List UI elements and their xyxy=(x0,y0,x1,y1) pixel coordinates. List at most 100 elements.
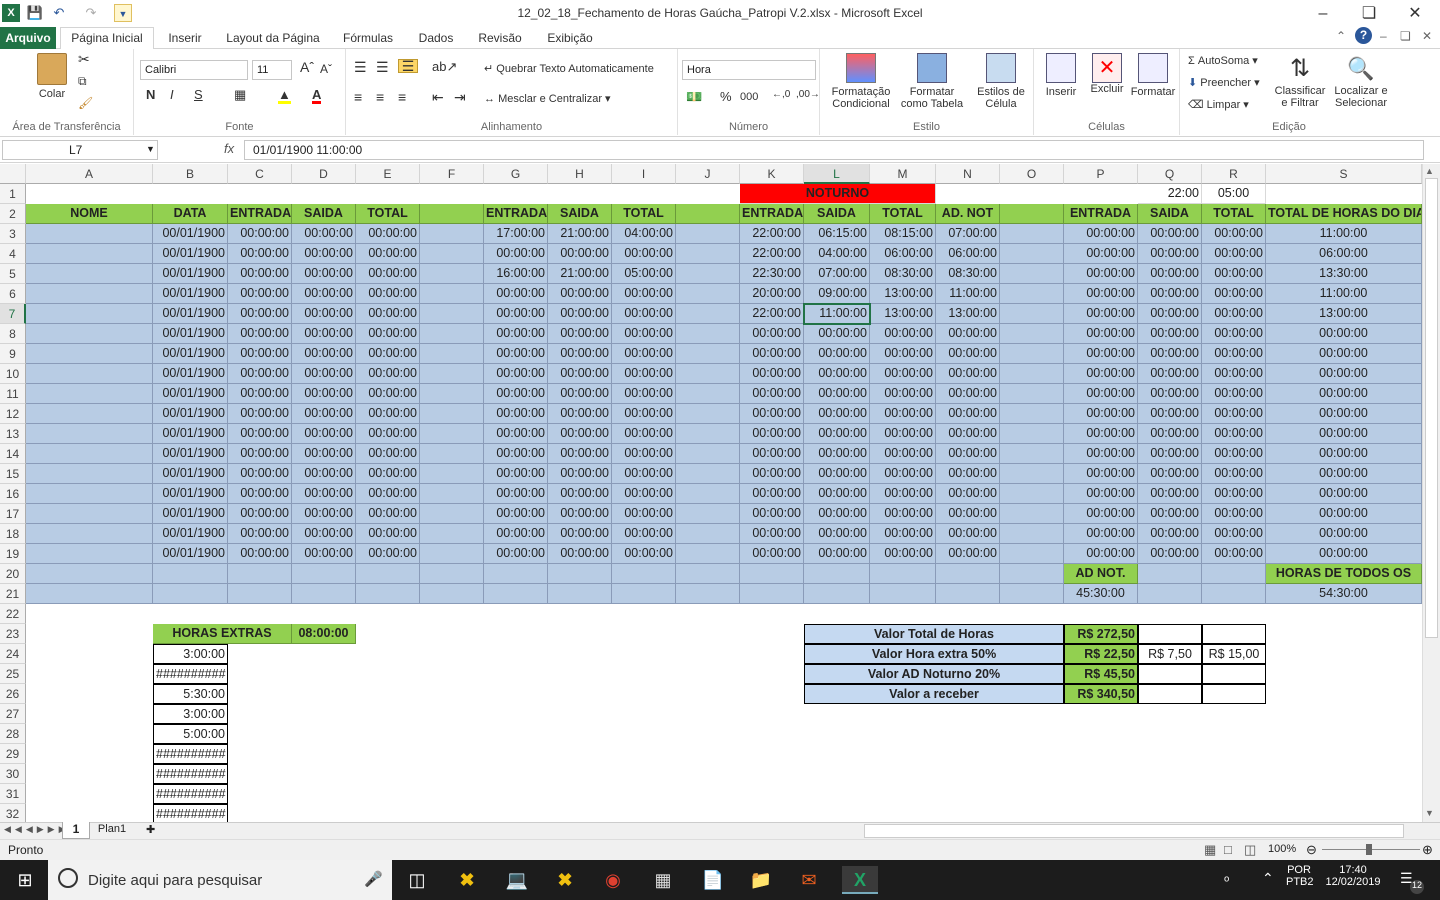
table-cell[interactable] xyxy=(1000,584,1064,604)
select-all-corner[interactable] xyxy=(0,164,26,184)
view-pagebreak-icon[interactable]: ◫ xyxy=(1244,842,1256,858)
table-cell[interactable]: 00:00:00 xyxy=(612,544,676,564)
table-cell[interactable] xyxy=(676,224,740,244)
header-n[interactable]: AD. NOT xyxy=(936,204,1000,224)
align-top-icon[interactable]: ☰ xyxy=(354,60,367,74)
tab-dados[interactable]: Dados xyxy=(412,29,460,49)
table-cell[interactable]: 00:00:00 xyxy=(292,504,356,524)
table-cell[interactable] xyxy=(420,344,484,364)
lang-indicator[interactable]: POR PTB2 xyxy=(1286,864,1314,888)
table-cell[interactable]: 00:00:00 xyxy=(1064,484,1138,504)
table-cell[interactable]: 00:00:00 xyxy=(228,344,292,364)
header-s[interactable]: TOTAL DE HORAS DO DIA xyxy=(1266,204,1422,224)
table-cell[interactable]: 00:00:00 xyxy=(1202,364,1266,384)
row-header-3[interactable]: 3 xyxy=(0,224,26,244)
increase-decimal-icon[interactable]: ←,0 xyxy=(772,89,790,101)
table-cell[interactable]: 00:00:00 xyxy=(1138,484,1202,504)
table-cell[interactable]: 00:00:00 xyxy=(870,444,936,464)
column-header-k[interactable]: K xyxy=(740,164,804,184)
table-cell[interactable]: 00:00:00 xyxy=(740,384,804,404)
table-cell[interactable]: 00:00:00 xyxy=(292,304,356,324)
table-cell[interactable]: 00:00:00 xyxy=(228,284,292,304)
table-cell[interactable]: 00:00:00 xyxy=(1202,544,1266,564)
table-cell[interactable] xyxy=(292,564,356,584)
tab-arquivo[interactable]: Arquivo xyxy=(0,27,56,49)
table-cell[interactable] xyxy=(676,564,740,584)
table-cell[interactable] xyxy=(1000,284,1064,304)
table-cell[interactable]: 00:00:00 xyxy=(1202,504,1266,524)
table-cell[interactable]: 00:00:00 xyxy=(870,364,936,384)
minimize-icon[interactable]: – xyxy=(1300,2,1346,26)
table-cell[interactable] xyxy=(420,484,484,504)
table-cell[interactable]: 00:00:00 xyxy=(612,504,676,524)
clear-button[interactable]: ⌫ Limpar ▾ xyxy=(1188,99,1249,111)
table-cell[interactable]: 00:00:00 xyxy=(936,364,1000,384)
table-cell[interactable]: 00:00:00 xyxy=(1202,224,1266,244)
fx-icon[interactable]: fx xyxy=(224,141,234,156)
autosum-button[interactable]: Σ AutoSoma ▾ xyxy=(1188,55,1258,67)
horas-todos-label[interactable]: HORAS DE TODOS OS xyxy=(1266,564,1422,584)
table-cell[interactable]: 00:00:00 xyxy=(356,384,420,404)
table-cell[interactable] xyxy=(676,584,740,604)
column-header-d[interactable]: D xyxy=(292,164,356,184)
table-cell[interactable]: 00:00:00 xyxy=(740,504,804,524)
table-cell[interactable]: 00:00:00 xyxy=(1202,324,1266,344)
table-cell[interactable] xyxy=(676,364,740,384)
table-cell[interactable]: 00/01/1900 xyxy=(153,544,228,564)
table-cell[interactable] xyxy=(26,304,153,324)
table-cell[interactable] xyxy=(1000,404,1064,424)
table-cell[interactable] xyxy=(1000,544,1064,564)
table-cell[interactable]: 00:00:00 xyxy=(292,444,356,464)
format-cells-button[interactable]: Formatar xyxy=(1128,53,1178,98)
table-cell[interactable] xyxy=(1000,464,1064,484)
summary-r[interactable]: R$ 15,00 xyxy=(1202,644,1266,664)
table-cell[interactable]: 00:00:00 xyxy=(1064,324,1138,344)
ad-not-label[interactable]: AD NOT. xyxy=(1064,564,1138,584)
table-cell[interactable]: 00:00:00 xyxy=(484,504,548,524)
row-header-24[interactable]: 24 xyxy=(0,644,26,664)
copy-icon[interactable]: ⧉ xyxy=(78,75,87,87)
table-cell[interactable] xyxy=(936,564,1000,584)
table-cell[interactable]: 00/01/1900 xyxy=(153,424,228,444)
table-cell[interactable]: 22:00:00 xyxy=(740,224,804,244)
header-k[interactable]: ENTRADA xyxy=(740,204,804,224)
table-cell[interactable] xyxy=(420,304,484,324)
table-cell[interactable] xyxy=(1000,324,1064,344)
table-cell[interactable]: 00:00:00 xyxy=(936,324,1000,344)
table-cell[interactable]: 00:00:00 xyxy=(870,544,936,564)
column-header-b[interactable]: B xyxy=(153,164,228,184)
orientation-icon[interactable]: ab↗ xyxy=(432,60,457,73)
table-cell[interactable]: 00:00:00 xyxy=(804,384,870,404)
horas-extras-item[interactable]: ########## xyxy=(153,764,228,784)
column-header-n[interactable]: N xyxy=(936,164,1000,184)
table-cell[interactable]: 00:00:00 xyxy=(1138,524,1202,544)
table-cell[interactable]: 09:00:00 xyxy=(804,284,870,304)
table-cell[interactable]: 08:30:00 xyxy=(870,264,936,284)
wrap-text-button[interactable]: ↵ Quebrar Texto Automaticamente xyxy=(484,63,654,75)
table-cell[interactable]: 00:00:00 xyxy=(612,444,676,464)
table-cell[interactable]: 00/01/1900 xyxy=(153,304,228,324)
table-cell[interactable]: 08:15:00 xyxy=(870,224,936,244)
table-cell[interactable]: 00:00:00 xyxy=(1064,384,1138,404)
table-cell[interactable] xyxy=(1000,304,1064,324)
summary-q[interactable] xyxy=(1138,624,1202,644)
row-header-19[interactable]: 19 xyxy=(0,544,26,564)
people-icon[interactable]: ᵒ xyxy=(1224,872,1229,888)
column-header-q[interactable]: Q xyxy=(1138,164,1202,184)
header-l[interactable]: SAIDA xyxy=(804,204,870,224)
summary-r[interactable] xyxy=(1202,664,1266,684)
table-cell[interactable]: 00:00:00 xyxy=(740,404,804,424)
row-header-11[interactable]: 11 xyxy=(0,384,26,404)
restore-doc-icon[interactable]: ❏ xyxy=(1400,29,1411,43)
row-header-9[interactable]: 9 xyxy=(0,344,26,364)
table-cell[interactable]: 00:00:00 xyxy=(1266,444,1422,464)
table-cell[interactable] xyxy=(26,364,153,384)
table-cell[interactable]: 00:00:00 xyxy=(612,364,676,384)
app-doc-icon[interactable]: 📄 xyxy=(698,866,728,894)
table-cell[interactable]: 00:00:00 xyxy=(936,464,1000,484)
table-cell[interactable] xyxy=(676,404,740,424)
table-cell[interactable]: 00:00:00 xyxy=(292,364,356,384)
table-cell[interactable] xyxy=(420,284,484,304)
row-header-6[interactable]: 6 xyxy=(0,284,26,304)
table-cell[interactable] xyxy=(484,584,548,604)
